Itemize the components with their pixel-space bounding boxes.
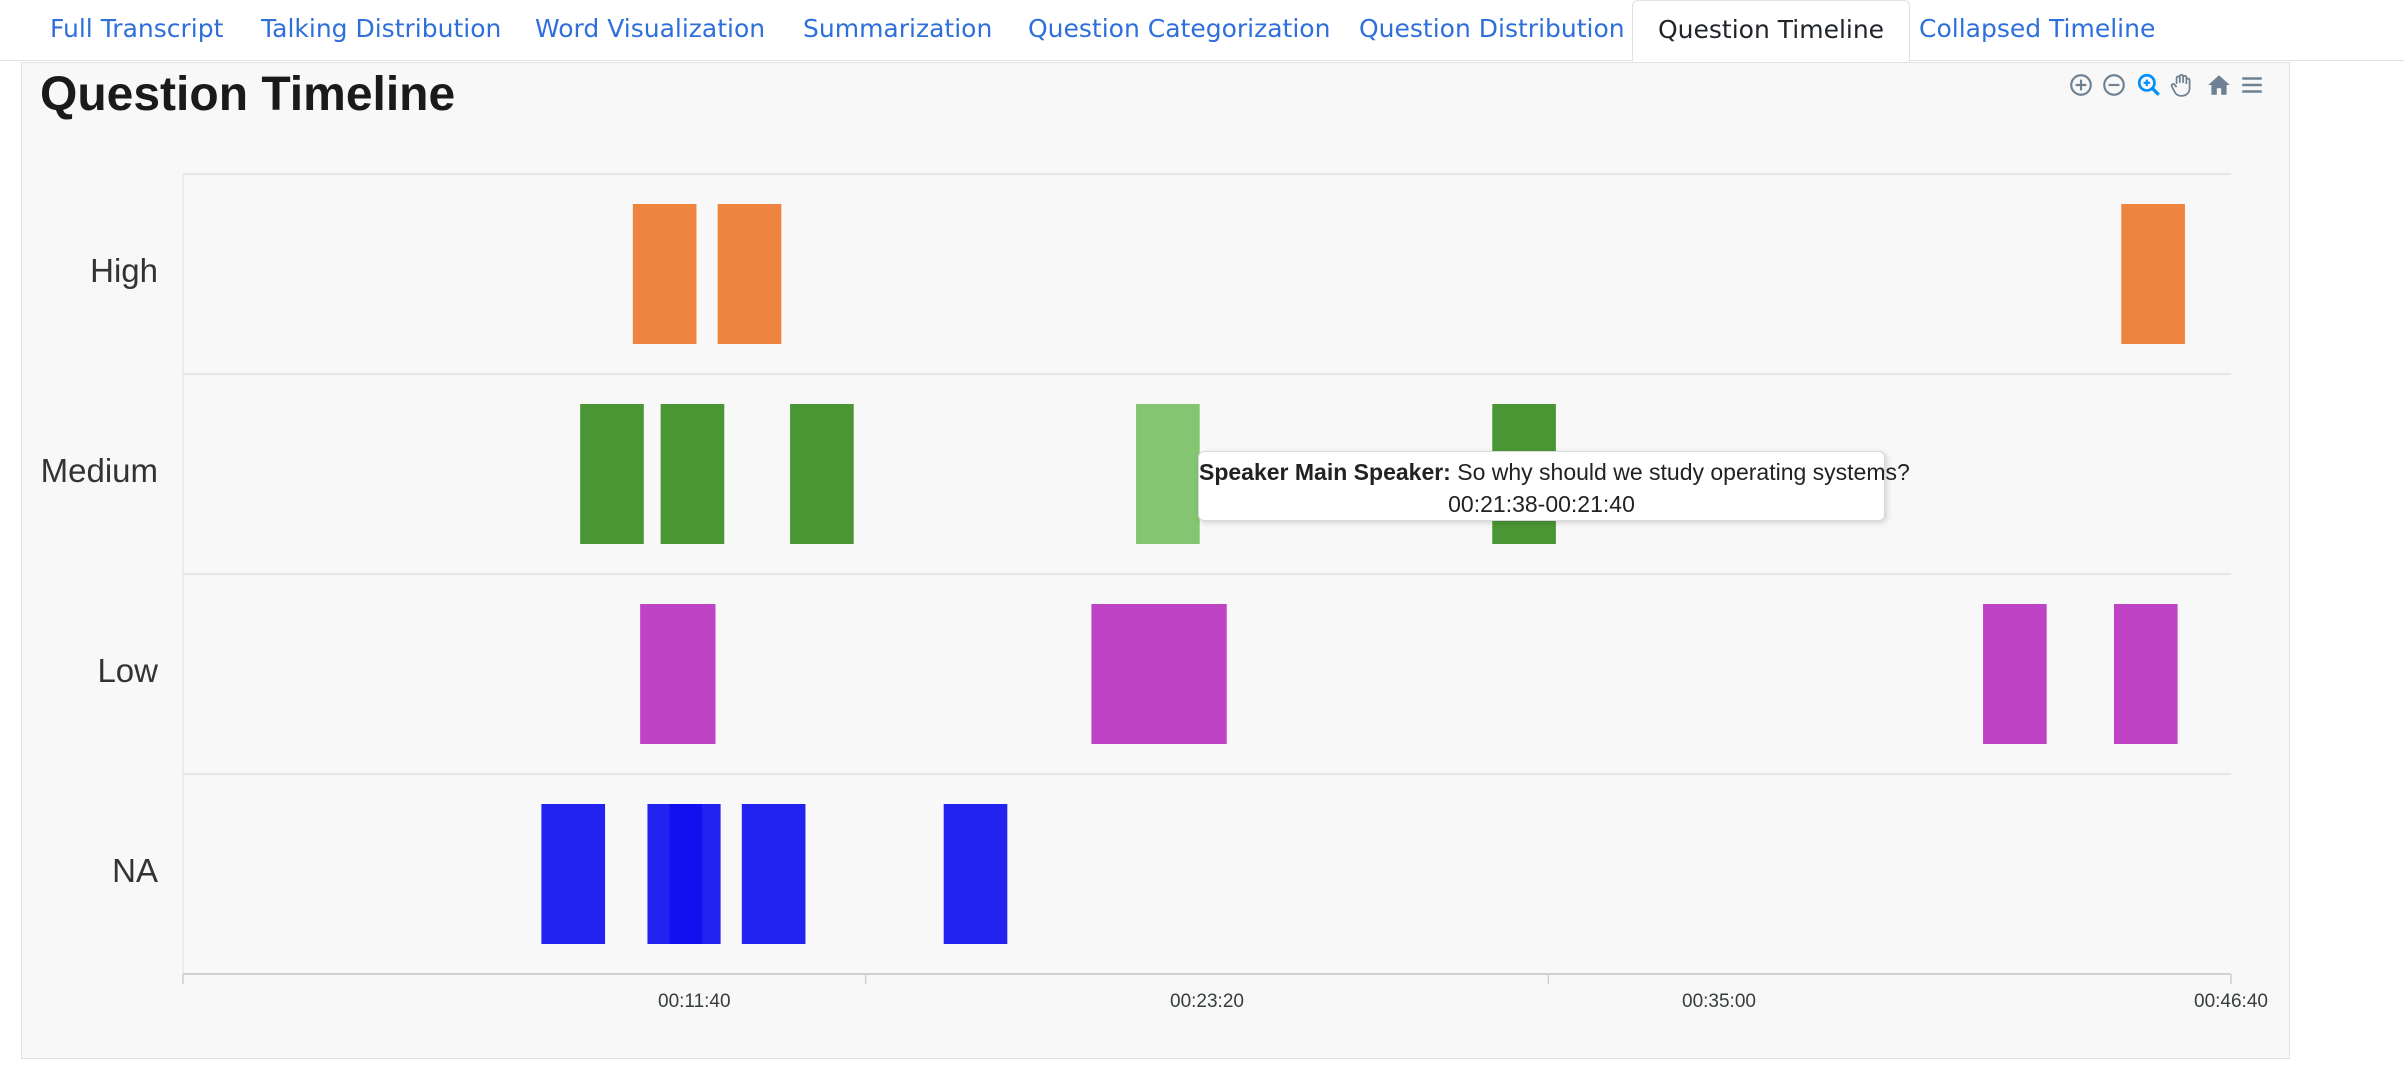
tooltip-text-line: Speaker Main Speaker: So why should we s… xyxy=(1199,459,1910,486)
timeline-chart xyxy=(182,173,2232,984)
timeline-bar-na[interactable] xyxy=(741,804,806,944)
x-tick-label: 00:11:40 xyxy=(658,991,731,1012)
x-tick-label: 00:23:20 xyxy=(1170,991,1244,1012)
row-label-high: High xyxy=(90,252,158,289)
timeline-bar-high[interactable] xyxy=(717,204,782,344)
tooltip-time-range: 00:21:38-00:21:40 xyxy=(1448,491,1635,517)
row-label-low: Low xyxy=(97,652,158,689)
x-tick-label: 00:35:00 xyxy=(1682,991,1756,1012)
timeline-bar-medium[interactable] xyxy=(660,404,725,544)
timeline-bar-medium[interactable] xyxy=(1136,404,1200,544)
row-label-na: NA xyxy=(112,852,158,889)
timeline-bar-medium[interactable] xyxy=(580,404,644,544)
timeline-bar-low[interactable] xyxy=(2113,604,2178,744)
timeline-bar-high[interactable] xyxy=(2121,204,2185,344)
timeline-bar-high[interactable] xyxy=(632,204,697,344)
bar-tooltip: Speaker Main Speaker: So why should we s… xyxy=(1198,451,1910,521)
timeline-bar-low[interactable] xyxy=(1983,604,2047,744)
timeline-bar-low[interactable] xyxy=(640,604,716,744)
timeline-bar-na[interactable] xyxy=(943,804,1008,944)
row-label-medium: Medium xyxy=(40,452,158,489)
timeline-bar-low[interactable] xyxy=(1091,604,1227,744)
tooltip-question: So why should we study operating systems… xyxy=(1457,459,1910,485)
tooltip-speaker: Speaker Main Speaker: xyxy=(1199,459,1451,485)
timeline-bar-na[interactable] xyxy=(541,804,606,944)
timeline-bar-medium[interactable] xyxy=(790,404,854,544)
timeline-bar-na[interactable] xyxy=(669,804,721,944)
x-tick-label: 00:46:40 xyxy=(2194,991,2268,1012)
